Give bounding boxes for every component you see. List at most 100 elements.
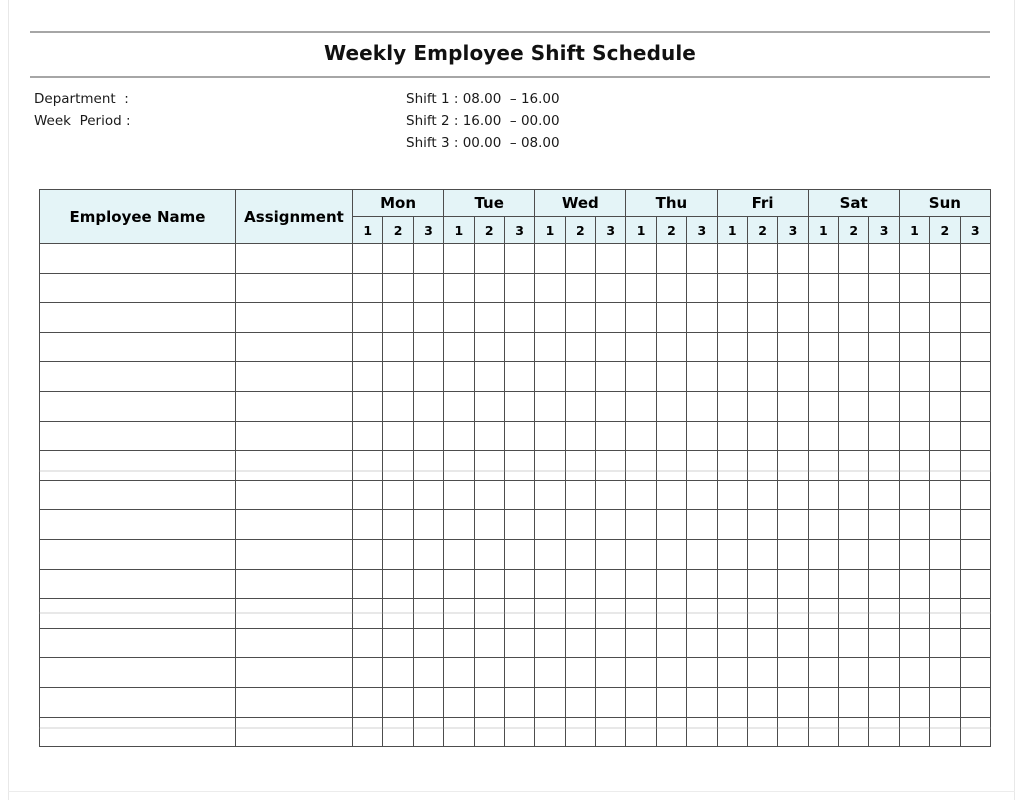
cell-shift[interactable] <box>807 598 840 629</box>
cell-shift[interactable] <box>777 272 809 304</box>
cell-shift[interactable] <box>837 479 870 511</box>
cell-shift[interactable] <box>382 716 414 748</box>
cell-shift[interactable] <box>503 686 536 718</box>
cell-shift[interactable] <box>837 509 870 540</box>
cell-shift[interactable] <box>837 361 870 392</box>
cell-shift[interactable] <box>534 716 566 748</box>
cell-shift[interactable] <box>686 331 718 363</box>
cell-shift[interactable] <box>746 568 779 600</box>
cell-shift[interactable] <box>686 716 718 748</box>
cell-shift[interactable] <box>534 272 566 304</box>
cell-shift[interactable] <box>837 686 870 718</box>
cell-shift[interactable] <box>382 598 414 629</box>
cell-shift[interactable] <box>929 686 961 718</box>
cell-shift[interactable] <box>534 627 566 659</box>
cell-shift[interactable] <box>443 509 475 540</box>
cell-shift[interactable] <box>351 243 384 274</box>
cell-shift[interactable] <box>746 538 779 570</box>
cell-shift[interactable] <box>777 538 809 570</box>
cell-shift[interactable] <box>898 272 931 304</box>
cell-shift[interactable] <box>746 272 779 304</box>
cell-shift[interactable] <box>473 568 505 600</box>
cell-shift[interactable] <box>837 598 870 629</box>
cell-assignment[interactable] <box>235 302 353 333</box>
cell-shift[interactable] <box>594 450 627 481</box>
cell-shift[interactable] <box>443 716 475 748</box>
cell-shift[interactable] <box>807 272 840 304</box>
cell-shift[interactable] <box>837 390 870 422</box>
cell-shift[interactable] <box>534 509 566 540</box>
cell-shift[interactable] <box>898 627 931 659</box>
cell-shift[interactable] <box>473 627 505 659</box>
cell-shift[interactable] <box>503 509 536 540</box>
cell-employee-name[interactable] <box>39 686 236 718</box>
cell-shift[interactable] <box>868 538 900 570</box>
cell-shift[interactable] <box>868 568 900 600</box>
cell-shift[interactable] <box>473 272 505 304</box>
cell-shift[interactable] <box>807 686 840 718</box>
cell-employee-name[interactable] <box>39 538 236 570</box>
cell-shift[interactable] <box>959 657 991 688</box>
cell-shift[interactable] <box>564 568 597 600</box>
cell-shift[interactable] <box>351 716 384 748</box>
cell-shift[interactable] <box>777 627 809 659</box>
cell-shift[interactable] <box>655 716 688 748</box>
cell-shift[interactable] <box>564 243 597 274</box>
cell-shift[interactable] <box>686 657 718 688</box>
cell-shift[interactable] <box>655 627 688 659</box>
cell-shift[interactable] <box>594 420 627 452</box>
cell-shift[interactable] <box>686 479 718 511</box>
cell-shift[interactable] <box>716 450 748 481</box>
cell-shift[interactable] <box>625 361 657 392</box>
cell-shift[interactable] <box>746 716 779 748</box>
cell-shift[interactable] <box>564 716 597 748</box>
cell-shift[interactable] <box>686 568 718 600</box>
cell-shift[interactable] <box>503 272 536 304</box>
cell-shift[interactable] <box>746 420 779 452</box>
cell-shift[interactable] <box>625 450 657 481</box>
cell-shift[interactable] <box>777 243 809 274</box>
cell-shift[interactable] <box>382 272 414 304</box>
cell-shift[interactable] <box>929 538 961 570</box>
cell-shift[interactable] <box>625 479 657 511</box>
cell-shift[interactable] <box>534 657 566 688</box>
cell-shift[interactable] <box>746 657 779 688</box>
cell-shift[interactable] <box>655 243 688 274</box>
cell-shift[interactable] <box>564 420 597 452</box>
cell-shift[interactable] <box>686 686 718 718</box>
cell-shift[interactable] <box>898 361 931 392</box>
cell-assignment[interactable] <box>235 538 353 570</box>
cell-shift[interactable] <box>868 657 900 688</box>
cell-shift[interactable] <box>716 598 748 629</box>
cell-shift[interactable] <box>443 331 475 363</box>
cell-shift[interactable] <box>959 627 991 659</box>
cell-shift[interactable] <box>473 450 505 481</box>
cell-shift[interactable] <box>412 568 445 600</box>
cell-shift[interactable] <box>351 361 384 392</box>
cell-shift[interactable] <box>382 627 414 659</box>
cell-shift[interactable] <box>777 479 809 511</box>
cell-shift[interactable] <box>898 716 931 748</box>
cell-shift[interactable] <box>382 568 414 600</box>
cell-employee-name[interactable] <box>39 302 236 333</box>
cell-shift[interactable] <box>534 331 566 363</box>
cell-shift[interactable] <box>686 538 718 570</box>
cell-employee-name[interactable] <box>39 509 236 540</box>
cell-shift[interactable] <box>351 331 384 363</box>
cell-employee-name[interactable] <box>39 243 236 274</box>
cell-shift[interactable] <box>655 450 688 481</box>
cell-employee-name[interactable] <box>39 568 236 600</box>
cell-shift[interactable] <box>716 538 748 570</box>
cell-shift[interactable] <box>351 420 384 452</box>
cell-shift[interactable] <box>594 302 627 333</box>
cell-shift[interactable] <box>686 361 718 392</box>
cell-shift[interactable] <box>534 361 566 392</box>
cell-shift[interactable] <box>564 509 597 540</box>
cell-shift[interactable] <box>443 686 475 718</box>
cell-shift[interactable] <box>898 420 931 452</box>
cell-shift[interactable] <box>351 686 384 718</box>
cell-shift[interactable] <box>777 450 809 481</box>
cell-shift[interactable] <box>777 686 809 718</box>
cell-employee-name[interactable] <box>39 272 236 304</box>
cell-assignment[interactable] <box>235 598 353 629</box>
